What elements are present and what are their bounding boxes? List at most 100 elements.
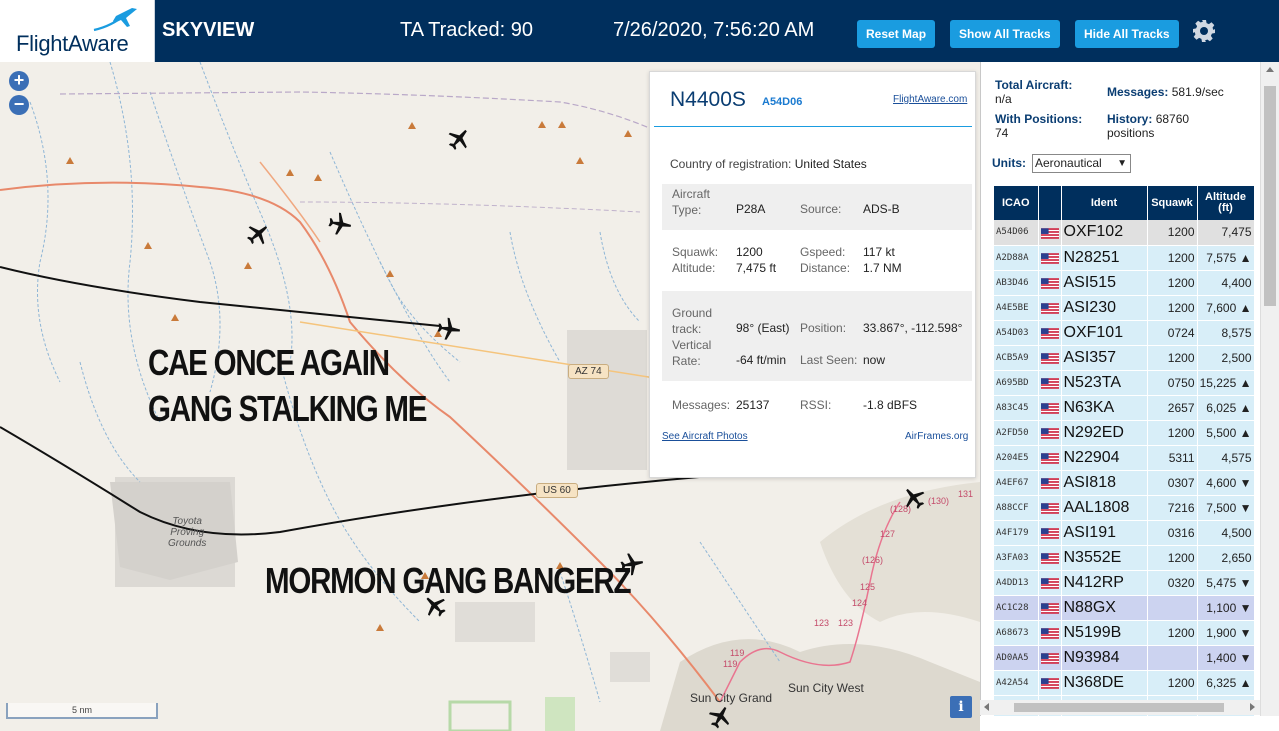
altitude-label: Altitude: bbox=[672, 261, 716, 275]
vertical-rate-value: -64 ft/min bbox=[736, 353, 787, 367]
table-row[interactable]: A4E5BE ASI230 1200 7,600 ▲ bbox=[994, 295, 1255, 321]
column-header-ident[interactable]: Ident bbox=[1061, 186, 1148, 220]
column-header-altitude[interactable]: Altitude (ft) bbox=[1197, 186, 1255, 220]
aircraft-marker-icon[interactable] bbox=[618, 550, 646, 578]
cell-ident: ASI515 bbox=[1061, 270, 1148, 296]
cell-squawk: 2657 bbox=[1147, 395, 1198, 421]
table-row[interactable]: A204E5 N22904 5311 4,575 bbox=[994, 445, 1255, 471]
table-row[interactable]: A3FA03 N3552E 1200 2,650 bbox=[994, 545, 1255, 571]
units-select[interactable]: Aeronautical ▼ bbox=[1032, 154, 1131, 173]
cell-icao: A4F179 bbox=[994, 520, 1039, 546]
aircraft-photos-link[interactable]: See Aircraft Photos bbox=[662, 431, 748, 442]
selected-aircraft-icon[interactable] bbox=[435, 315, 462, 342]
us-flag-icon bbox=[1040, 678, 1059, 689]
cell-flag bbox=[1038, 395, 1062, 421]
table-row[interactable]: AD0AA5 N93984 1,400 ▼ bbox=[994, 645, 1255, 671]
scale-bar: 5 nm bbox=[6, 703, 158, 719]
us-flag-icon bbox=[1040, 303, 1059, 314]
scroll-left-arrow-icon[interactable] bbox=[984, 703, 989, 711]
table-row[interactable]: A2D88A N28251 1200 7,575 ▲ bbox=[994, 245, 1255, 271]
hide-all-tracks-button[interactable]: Hide All Tracks bbox=[1075, 20, 1179, 48]
label-sun-city-grand: Sun City Grand bbox=[690, 691, 773, 705]
aircraft-registration: N4400S bbox=[670, 88, 746, 111]
total-aircraft-stat: Total Aircraft: n/a bbox=[995, 78, 1105, 106]
table-row[interactable]: A42A54 N368DE 1200 6,325 ▲ bbox=[994, 670, 1255, 696]
cell-ident: ASI191 bbox=[1061, 520, 1148, 546]
show-all-tracks-button[interactable]: Show All Tracks bbox=[950, 20, 1060, 48]
column-header-icao[interactable]: ICAO bbox=[994, 186, 1039, 220]
cell-squawk: 1200 bbox=[1147, 245, 1198, 271]
aircraft-info-card: N4400S A54D06 FlightAware.com Country of… bbox=[649, 71, 976, 478]
rssi-value: -1.8 dBFS bbox=[863, 398, 918, 412]
cell-altitude: 4,500 bbox=[1197, 520, 1255, 546]
reset-map-button[interactable]: Reset Map bbox=[857, 20, 936, 48]
cell-altitude: 5,475 ▼ bbox=[1197, 570, 1255, 596]
route-marker: 127 bbox=[880, 529, 896, 539]
aircraft-marker-icon[interactable] bbox=[326, 210, 354, 238]
table-row[interactable]: A4EF67 ASI818 0307 4,600 ▼ bbox=[994, 470, 1255, 496]
airframes-link[interactable]: AirFrames.org bbox=[905, 431, 968, 442]
map-info-button[interactable]: i bbox=[950, 696, 972, 718]
cell-icao: A4E5BE bbox=[994, 295, 1039, 321]
cell-ident: N93984 bbox=[1061, 645, 1148, 671]
table-row[interactable]: AC1C28 N88GX 1,100 ▼ bbox=[994, 595, 1255, 621]
cell-icao: AC1C28 bbox=[994, 595, 1039, 621]
table-row[interactable]: A88CCF AAL1808 7216 7,500 ▼ bbox=[994, 495, 1255, 521]
cell-ident: ASI357 bbox=[1061, 345, 1148, 371]
table-row[interactable]: A68673 N5199B 1200 1,900 ▼ bbox=[994, 620, 1255, 646]
route-marker: 123 bbox=[814, 618, 830, 628]
cell-icao: ACB5A9 bbox=[994, 345, 1039, 371]
table-row[interactable]: A4F179 ASI191 0316 4,500 bbox=[994, 520, 1255, 546]
aircraft-hex: A54D06 bbox=[762, 96, 803, 108]
us-flag-icon bbox=[1040, 553, 1059, 564]
vertical-scrollbar[interactable] bbox=[1260, 62, 1279, 716]
table-row[interactable]: ACB5A9 ASI357 1200 2,500 bbox=[994, 345, 1255, 371]
ground-track-label: Ground track: bbox=[672, 306, 713, 336]
gear-icon[interactable] bbox=[1192, 19, 1216, 43]
zoom-out-button[interactable]: − bbox=[9, 95, 29, 115]
table-row[interactable]: A695BD N523TA 0750 15,225 ▲ bbox=[994, 370, 1255, 396]
cell-icao: AB3D46 bbox=[994, 270, 1039, 296]
scroll-right-arrow-icon[interactable] bbox=[1250, 703, 1255, 711]
cell-squawk: 0750 bbox=[1147, 370, 1198, 396]
aircraft-list-panel: Total Aircraft: n/a Messages: 581.9/sec … bbox=[980, 62, 1279, 731]
zoom-in-button[interactable]: + bbox=[9, 71, 29, 91]
table-row[interactable]: A83C45 N63KA 2657 6,025 ▲ bbox=[994, 395, 1255, 421]
cell-altitude: 7,600 ▲ bbox=[1197, 295, 1255, 321]
cell-flag bbox=[1038, 545, 1062, 571]
cell-icao: A83C45 bbox=[994, 395, 1039, 421]
table-row[interactable]: A4DD13 N412RP 0320 5,475 ▼ bbox=[994, 570, 1255, 596]
flightaware-link[interactable]: FlightAware.com bbox=[893, 94, 967, 105]
table-row[interactable]: A54D03 OXF101 0724 8,575 bbox=[994, 320, 1255, 346]
gspeed-value: 117 kt bbox=[863, 245, 895, 259]
aircraft-type-label: Aircraft Type: bbox=[672, 187, 711, 217]
flightaware-logo[interactable]: FlightAware bbox=[0, 0, 155, 62]
us-flag-icon bbox=[1040, 428, 1059, 439]
cell-ident: AAL1808 bbox=[1061, 495, 1148, 521]
table-row[interactable]: A54D06 OXF102 1200 7,475 bbox=[994, 220, 1255, 246]
distance-label: Distance: bbox=[800, 261, 851, 275]
table-row[interactable]: A2FD50 N292ED 1200 5,500 ▲ bbox=[994, 420, 1255, 446]
squawk-label: Squawk: bbox=[672, 245, 719, 259]
column-header-squawk[interactable]: Squawk bbox=[1147, 186, 1198, 220]
scrollbar-thumb[interactable] bbox=[1264, 86, 1276, 306]
source-label: Source: bbox=[800, 202, 842, 216]
cell-altitude: 7,575 ▲ bbox=[1197, 245, 1255, 271]
cell-ident: OXF101 bbox=[1061, 320, 1148, 346]
us-flag-icon bbox=[1040, 227, 1059, 239]
total-aircraft-label: Total Aircraft: bbox=[995, 78, 1073, 92]
cell-ident: ASI230 bbox=[1061, 295, 1148, 321]
cell-squawk bbox=[1147, 595, 1198, 621]
column-header-flag[interactable] bbox=[1038, 186, 1062, 220]
logo-plane-icon bbox=[93, 8, 137, 32]
us-flag-icon bbox=[1040, 503, 1059, 514]
table-row[interactable]: AB3D46 ASI515 1200 4,400 bbox=[994, 270, 1255, 296]
current-datetime: 7/26/2020, 7:56:20 AM bbox=[613, 19, 815, 41]
scroll-up-arrow-icon[interactable] bbox=[1266, 67, 1274, 72]
cell-icao: AD0AA5 bbox=[994, 645, 1039, 671]
cell-flag bbox=[1038, 270, 1062, 296]
scrollbar-thumb[interactable] bbox=[1014, 703, 1224, 712]
panel-footer bbox=[980, 716, 1279, 731]
cell-icao: A54D06 bbox=[994, 220, 1039, 246]
horizontal-scrollbar[interactable] bbox=[980, 700, 1260, 715]
